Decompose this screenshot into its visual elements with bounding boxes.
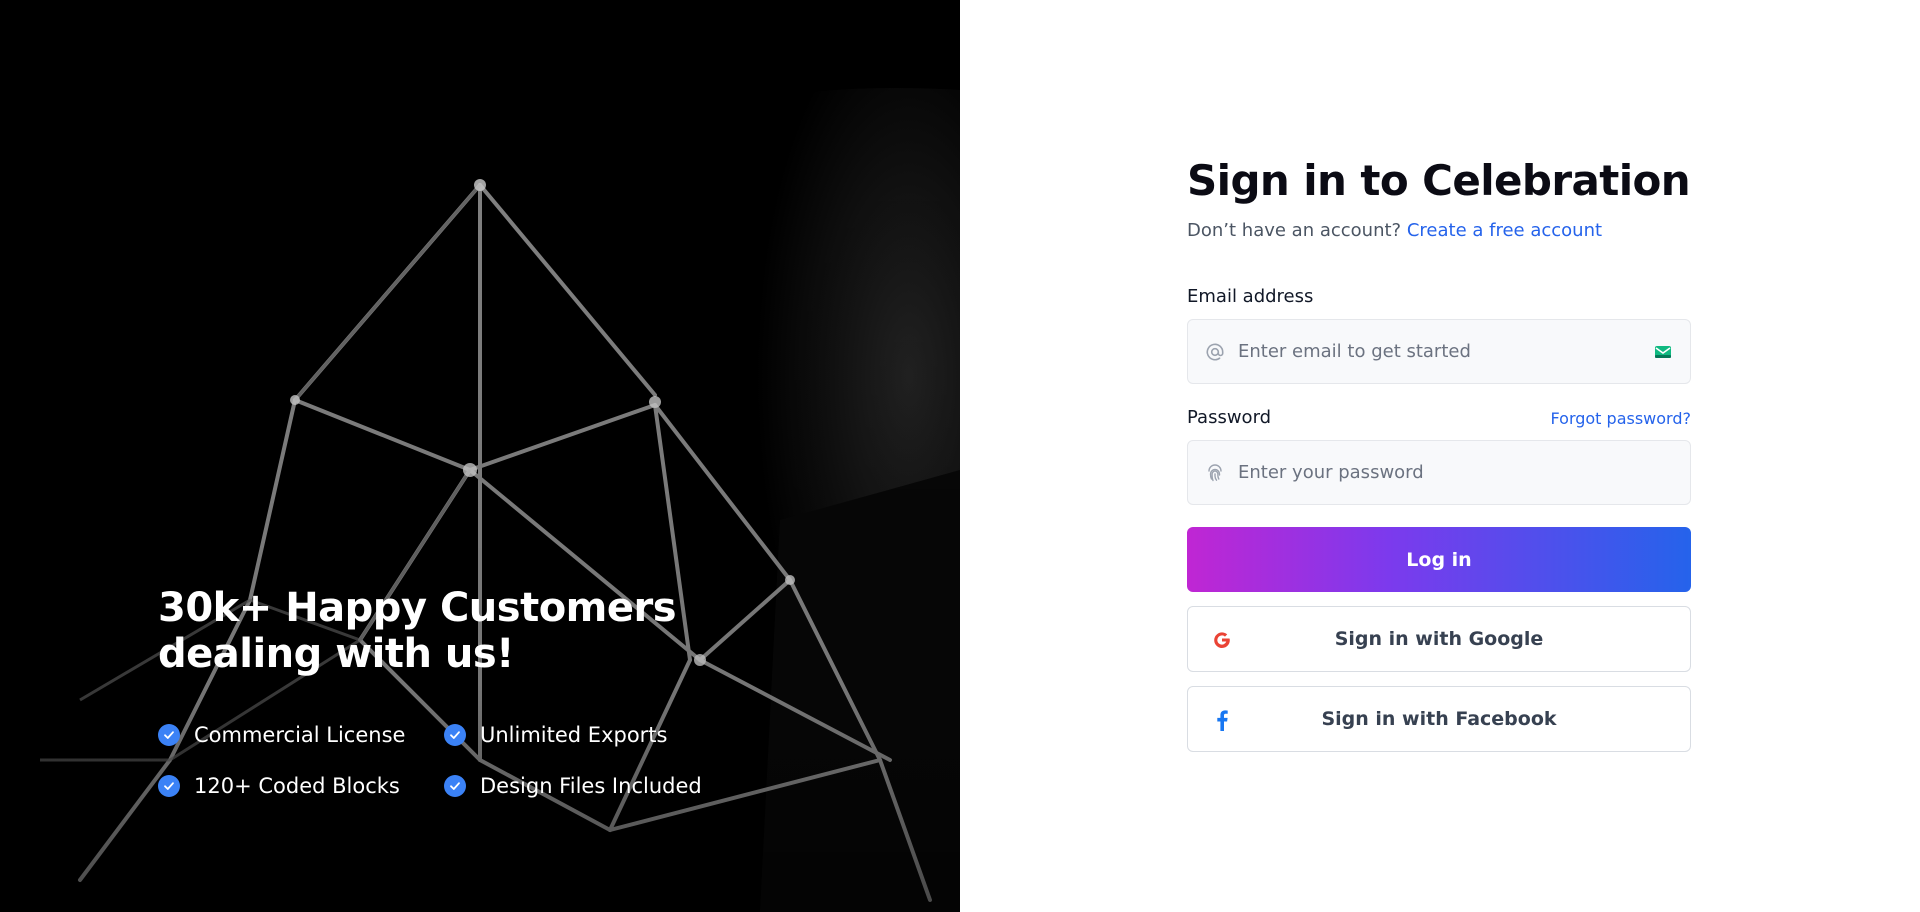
email-input[interactable] — [1238, 341, 1652, 362]
feature-list: Commercial License Unlimited Exports 120… — [158, 721, 878, 800]
hero-content: 30k+ Happy Customers dealing with us! Co… — [158, 585, 878, 800]
password-label-row: Password Forgot password? — [1187, 406, 1691, 430]
facebook-icon — [1210, 708, 1234, 732]
at-icon — [1204, 341, 1226, 363]
check-circle-icon — [158, 775, 180, 797]
hero-headline-line-2: dealing with us! — [158, 631, 514, 677]
google-button-label: Sign in with Google — [1334, 628, 1544, 650]
facebook-sign-in-button[interactable]: Sign in with Facebook — [1187, 686, 1691, 752]
sign-in-page: 30k+ Happy Customers dealing with us! Co… — [0, 0, 1920, 912]
feature-label: Design Files Included — [480, 774, 702, 798]
feature-item: Design Files Included — [444, 772, 744, 800]
hero-panel: 30k+ Happy Customers dealing with us! Co… — [0, 0, 960, 912]
sign-in-form: Sign in to Celebration Don’t have an acc… — [1187, 155, 1691, 752]
email-label: Email address — [1187, 286, 1314, 307]
google-icon — [1210, 628, 1234, 652]
forgot-password-link[interactable]: Forgot password? — [1551, 409, 1691, 428]
form-panel: Sign in to Celebration Don’t have an acc… — [960, 0, 1920, 912]
fingerprint-icon — [1204, 462, 1226, 484]
login-button[interactable]: Log in — [1187, 527, 1691, 592]
signup-prompt: Don’t have an account? Create a free acc… — [1187, 219, 1691, 243]
check-circle-icon — [444, 775, 466, 797]
feature-label: Commercial License — [194, 723, 406, 747]
create-account-link[interactable]: Create a free account — [1407, 220, 1602, 241]
password-input[interactable] — [1238, 462, 1674, 483]
mail-badge-icon — [1652, 341, 1674, 363]
check-circle-icon — [158, 724, 180, 746]
check-circle-icon — [444, 724, 466, 746]
hero-headline-line-1: 30k+ Happy Customers — [158, 585, 677, 631]
feature-item: 120+ Coded Blocks — [158, 772, 444, 800]
signup-prompt-text: Don’t have an account? — [1187, 220, 1402, 241]
hero-headline: 30k+ Happy Customers dealing with us! — [158, 585, 878, 677]
password-input-wrapper — [1187, 440, 1691, 505]
email-field-group: Email address — [1187, 285, 1691, 384]
feature-label: 120+ Coded Blocks — [194, 774, 400, 798]
facebook-button-label: Sign in with Facebook — [1321, 708, 1557, 730]
email-input-wrapper — [1187, 319, 1691, 384]
google-sign-in-button[interactable]: Sign in with Google — [1187, 606, 1691, 672]
password-label: Password — [1187, 407, 1272, 428]
password-field-group: Password Forgot password? — [1187, 406, 1691, 505]
feature-item: Unlimited Exports — [444, 721, 744, 749]
page-title: Sign in to Celebration — [1187, 156, 1691, 205]
feature-label: Unlimited Exports — [480, 723, 668, 747]
feature-item: Commercial License — [158, 721, 444, 749]
